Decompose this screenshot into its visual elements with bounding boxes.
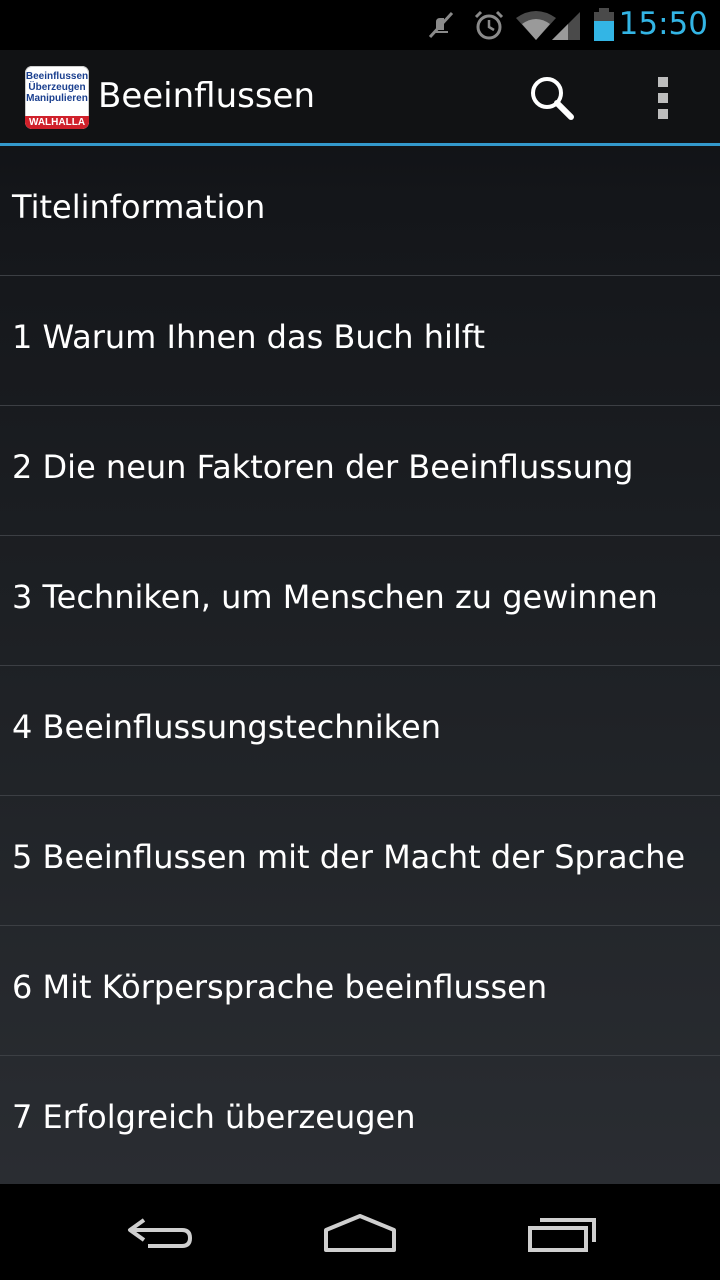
list-item-label: 4 Beeinflussungstechniken: [12, 708, 441, 746]
page-title: Beeinflussen: [98, 76, 316, 116]
back-icon: [128, 1218, 193, 1248]
list-item-label: 3 Techniken, um Menschen zu gewinnen: [12, 578, 658, 616]
screen: 15:50 Beeinflussen Überzeugen Manipulier…: [0, 0, 720, 1280]
overflow-menu-icon: [658, 77, 668, 119]
app-icon-line: Überzeugen: [28, 82, 86, 93]
list-item-label: 7 Erfolgreich überzeugen: [12, 1098, 416, 1136]
list-item[interactable]: 1 Warum Ihnen das Buch hilft: [0, 276, 720, 406]
search-icon: [531, 77, 574, 120]
navigation-bar: [0, 1184, 720, 1280]
mute-icon: [428, 11, 454, 39]
home-icon: [324, 1214, 396, 1252]
app-icon-line: Manipulieren: [26, 93, 88, 104]
app-icon-text: Beeinflussen Überzeugen Manipulieren: [25, 71, 89, 104]
app-icon-band: WALHALLA: [25, 116, 89, 129]
list-item-label: 1 Warum Ihnen das Buch hilft: [12, 318, 486, 356]
wifi-icon: [516, 11, 556, 40]
app-icon-line: Beeinflussen: [25, 71, 89, 82]
recent-apps-icon: [528, 1218, 596, 1252]
list-item-label: Titelinformation: [12, 188, 266, 226]
list-item[interactable]: 7 Erfolgreich überzeugen: [0, 1056, 720, 1185]
search-button[interactable]: [510, 50, 594, 143]
list-item[interactable]: 2 Die neun Faktoren der Beeinflussung: [0, 406, 720, 536]
recent-apps-button[interactable]: [500, 1184, 620, 1280]
overflow-menu-button[interactable]: [626, 50, 702, 143]
app-icon[interactable]: Beeinflussen Überzeugen Manipulieren WAL…: [25, 66, 89, 129]
list-item[interactable]: Titelinformation: [0, 146, 720, 276]
status-time: 15:50: [618, 6, 708, 42]
signal-icon: [552, 12, 580, 40]
home-button[interactable]: [300, 1184, 420, 1280]
list-item-label: 2 Die neun Faktoren der Beeinflussung: [12, 448, 634, 486]
back-button[interactable]: [100, 1184, 220, 1280]
list-item[interactable]: 6 Mit Körpersprache beeinflussen: [0, 926, 720, 1056]
list-item-label: 5 Beeinflussen mit der Macht der Sprache: [12, 838, 686, 876]
list-item-label: 6 Mit Körpersprache beeinflussen: [12, 968, 548, 1006]
status-bar: 15:50: [0, 0, 720, 50]
alarm-icon: [474, 10, 504, 40]
action-bar: Beeinflussen Überzeugen Manipulieren WAL…: [0, 50, 720, 143]
chapter-list: Titelinformation 1 Warum Ihnen das Buch …: [0, 146, 720, 1185]
list-item[interactable]: 3 Techniken, um Menschen zu gewinnen: [0, 536, 720, 666]
list-item[interactable]: 5 Beeinflussen mit der Macht der Sprache: [0, 796, 720, 926]
list-item[interactable]: 4 Beeinflussungstechniken: [0, 666, 720, 796]
battery-icon: [594, 8, 614, 41]
